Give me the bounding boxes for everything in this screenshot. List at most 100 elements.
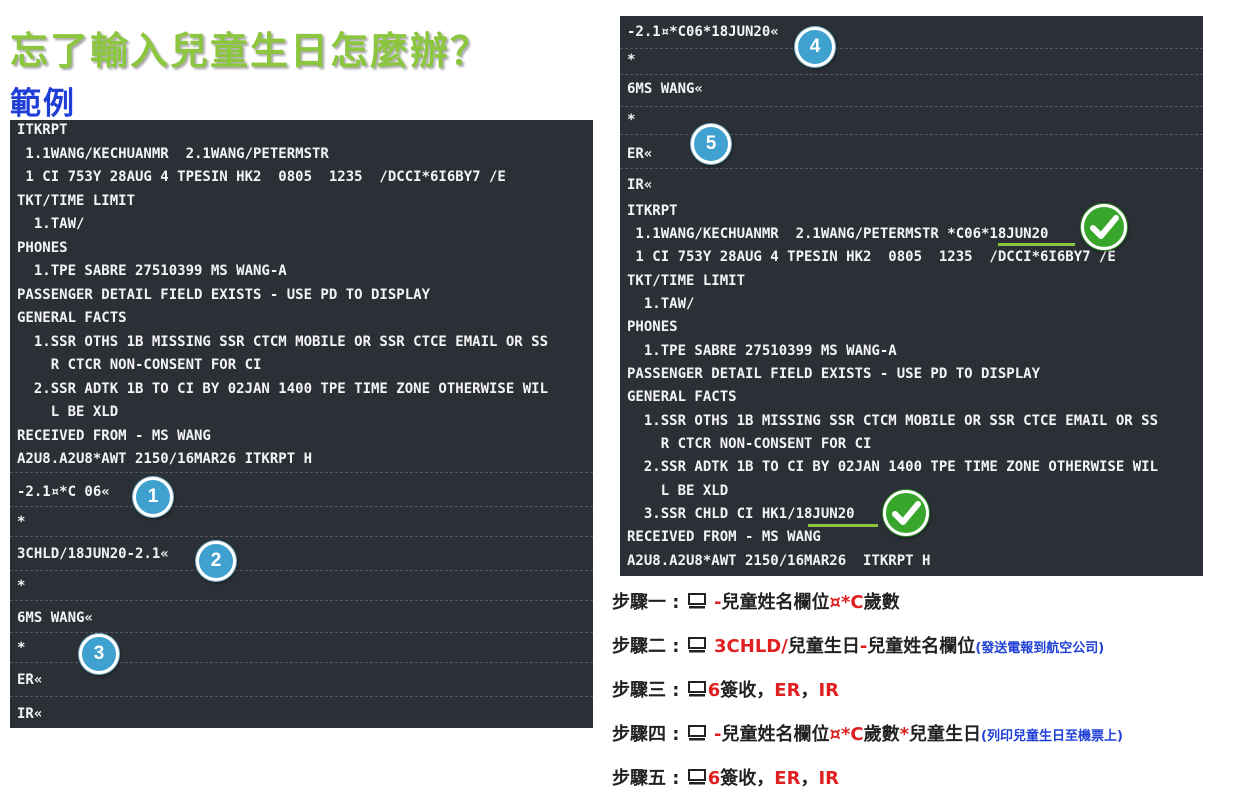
terminal-command: -2.1¤*C 06«: [17, 484, 110, 500]
terminal-line: PHONES: [17, 240, 68, 256]
terminal-command: 6MS WANG«: [17, 610, 93, 626]
step-code: IR: [818, 768, 839, 789]
step-code: *: [899, 724, 910, 745]
terminal-line: 1.1WANG/KECHUANMR 2.1WANG/PETERMSTR *C06…: [627, 226, 1049, 242]
terminal-command: ER«: [627, 146, 653, 162]
computer-icon: [687, 768, 706, 790]
terminal-command: IR«: [17, 706, 43, 722]
terminal-line: PASSENGER DETAIL FIELD EXISTS - USE PD T…: [17, 287, 431, 303]
terminal-line: ITKRPT: [627, 203, 678, 219]
step-text: 歲數: [863, 724, 900, 745]
step-label: 步驟一 :: [612, 592, 680, 613]
terminal-line: 3.SSR CHLD CI HK1/18JUN20: [627, 506, 855, 522]
step-4: 步驟四 : -兒童姓名欄位¤*C歲數*兒童生日(列印兒童生日至機票上): [612, 720, 1123, 746]
terminal-command: ER«: [17, 672, 43, 688]
terminal-command: *: [627, 112, 636, 128]
command-separator: [10, 570, 593, 571]
step-3: 步驟三 : 6簽收，ER，IR: [612, 676, 839, 702]
terminal-line: 1.TAW/: [627, 296, 695, 312]
step-dash: -: [714, 592, 722, 613]
terminal-line: RECEIVED FROM - MS WANG: [627, 529, 821, 545]
step-text: 兒童姓名欄位: [721, 724, 830, 745]
step-code: 6: [707, 768, 721, 789]
terminal-command: 6MS WANG«: [627, 81, 703, 97]
step-label: 步驟四 :: [612, 724, 680, 745]
step-code: ER: [774, 680, 801, 701]
step-badge-4: 4: [795, 27, 835, 67]
step-badge-2: 2: [196, 541, 236, 581]
command-separator: [10, 506, 593, 507]
terminal-line: ITKRPT: [17, 122, 68, 138]
step-code: ER: [774, 768, 801, 789]
terminal-line: 2.SSR ADTK 1B TO CI BY 02JAN 1400 TPE TI…: [627, 459, 1159, 475]
step-dash: -: [714, 724, 722, 745]
computer-icon: [687, 724, 706, 746]
step-text: 兒童姓名欄位: [721, 592, 830, 613]
terminal-line: R CTCR NON-CONSENT FOR CI: [627, 436, 872, 452]
terminal-line: GENERAL FACTS: [627, 389, 737, 405]
step-text: 兒童生日: [909, 724, 982, 745]
command-separator: [620, 48, 1203, 49]
step-label: 步驟三 :: [612, 680, 680, 701]
step-text: ，: [800, 680, 819, 701]
terminal-line: 1.SSR OTHS 1B MISSING SSR CTCM MOBILE OR…: [17, 334, 549, 350]
terminal-line: A2U8.A2U8*AWT 2150/16MAR26 ITKRPT H: [17, 451, 313, 467]
step-code: IR: [818, 680, 839, 701]
terminal-command: *: [17, 640, 26, 656]
terminal-line: GENERAL FACTS: [17, 310, 127, 326]
terminal-line: PASSENGER DETAIL FIELD EXISTS - USE PD T…: [627, 366, 1041, 382]
step-text: 簽收，: [720, 768, 775, 789]
terminal-line: 1.TPE SABRE 27510399 MS WANG-A: [627, 343, 897, 359]
check-icon: [1081, 204, 1127, 250]
command-separator: [620, 106, 1203, 107]
step-note: (列印兒童生日至機票上): [981, 729, 1123, 744]
step-code: ¤*C: [829, 724, 864, 745]
step-text: 兒童生日: [787, 636, 860, 657]
birthday-underline: [998, 243, 1075, 246]
example-subtitle: 範例: [10, 86, 76, 122]
computer-icon: [687, 636, 706, 658]
terminal-line: 1.1WANG/KECHUANMR 2.1WANG/PETERMSTR: [17, 146, 329, 162]
command-separator: [10, 472, 593, 473]
terminal-command: -2.1¤*C06*18JUN20«: [627, 24, 779, 40]
terminal-command: *: [17, 578, 26, 594]
computer-icon: [687, 592, 706, 614]
command-separator: [10, 696, 593, 697]
command-separator: [620, 74, 1203, 75]
terminal-line: PHONES: [627, 319, 678, 335]
check-icon: [883, 490, 929, 536]
birthday-underline: [808, 524, 878, 527]
terminal-command: *: [17, 514, 26, 530]
computer-icon: [687, 680, 706, 702]
terminal-line: R CTCR NON-CONSENT FOR CI: [17, 357, 262, 373]
step-note: (發送電報到航空公司): [975, 641, 1105, 656]
terminal-line: L BE XLD: [17, 404, 119, 420]
step-1: 步驟一 : -兒童姓名欄位¤*C歲數: [612, 588, 900, 614]
step-label: 步驟五 :: [612, 768, 680, 789]
terminal-line: TKT/TIME LIMIT: [17, 193, 136, 209]
terminal-line: 1 CI 753Y 28AUG 4 TPESIN HK2 0805 1235 /…: [17, 169, 506, 185]
step-5: 步驟五 : 6簽收，ER，IR: [612, 764, 839, 790]
terminal-line: RECEIVED FROM - MS WANG: [17, 428, 211, 444]
terminal-line: 1.TAW/: [17, 216, 85, 232]
step-code: 6: [707, 680, 721, 701]
step-text: 兒童姓名欄位: [867, 636, 976, 657]
step-text: 歲數: [863, 592, 900, 613]
step-badge-3: 3: [79, 634, 119, 674]
step-code: ¤*C: [829, 592, 864, 613]
command-separator: [10, 536, 593, 537]
terminal-line: 2.SSR ADTK 1B TO CI BY 02JAN 1400 TPE TI…: [17, 381, 549, 397]
command-separator: [10, 632, 593, 633]
step-2: 步驟二 : 3CHLD/兒童生日-兒童姓名欄位(發送電報到航空公司): [612, 632, 1104, 658]
step-code: 3CHLD/: [714, 636, 788, 657]
terminal-line: 1.SSR OTHS 1B MISSING SSR CTCM MOBILE OR…: [627, 413, 1159, 429]
page-title: 忘了輸入兒童生日怎麼辦？: [10, 29, 491, 73]
step-badge-5: 5: [691, 124, 731, 164]
terminal-command: *: [627, 52, 636, 68]
command-separator: [10, 600, 593, 601]
step-badge-1: 1: [133, 477, 173, 517]
terminal-line: A2U8.A2U8*AWT 2150/16MAR26 ITKRPT H: [627, 553, 931, 569]
terminal-command: 3CHLD/18JUN20-2.1«: [17, 546, 169, 562]
command-separator: [620, 168, 1203, 169]
terminal-line: TKT/TIME LIMIT: [627, 273, 746, 289]
